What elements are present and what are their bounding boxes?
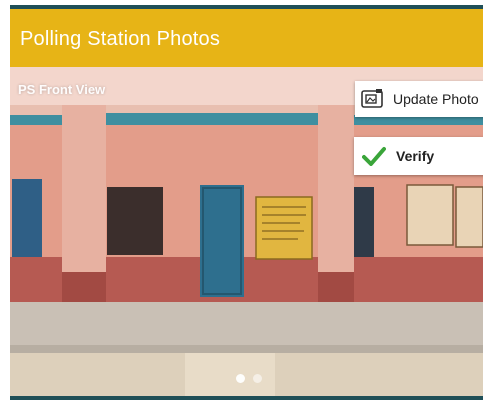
page-title: Polling Station Photos bbox=[20, 28, 221, 50]
checkmark-icon bbox=[362, 146, 386, 166]
carousel-dot-2[interactable] bbox=[253, 374, 262, 383]
image-edit-icon bbox=[361, 88, 385, 110]
update-photo-button[interactable]: Update Photo bbox=[355, 81, 483, 117]
bottom-bar bbox=[10, 396, 483, 400]
photo-carousel[interactable]: PS Front View Update Photo Verify bbox=[10, 67, 483, 400]
photo-caption: PS Front View bbox=[18, 82, 106, 97]
header-bar: Polling Station Photos bbox=[10, 5, 483, 67]
carousel-dot-1[interactable] bbox=[236, 374, 245, 383]
polling-station-photos-card: Polling Station Photos PS Front View Upd… bbox=[10, 5, 483, 400]
carousel-indicator bbox=[236, 374, 262, 383]
verify-label: Verify bbox=[396, 148, 435, 164]
verify-button[interactable]: Verify bbox=[354, 137, 483, 175]
update-photo-label: Update Photo bbox=[393, 91, 479, 107]
